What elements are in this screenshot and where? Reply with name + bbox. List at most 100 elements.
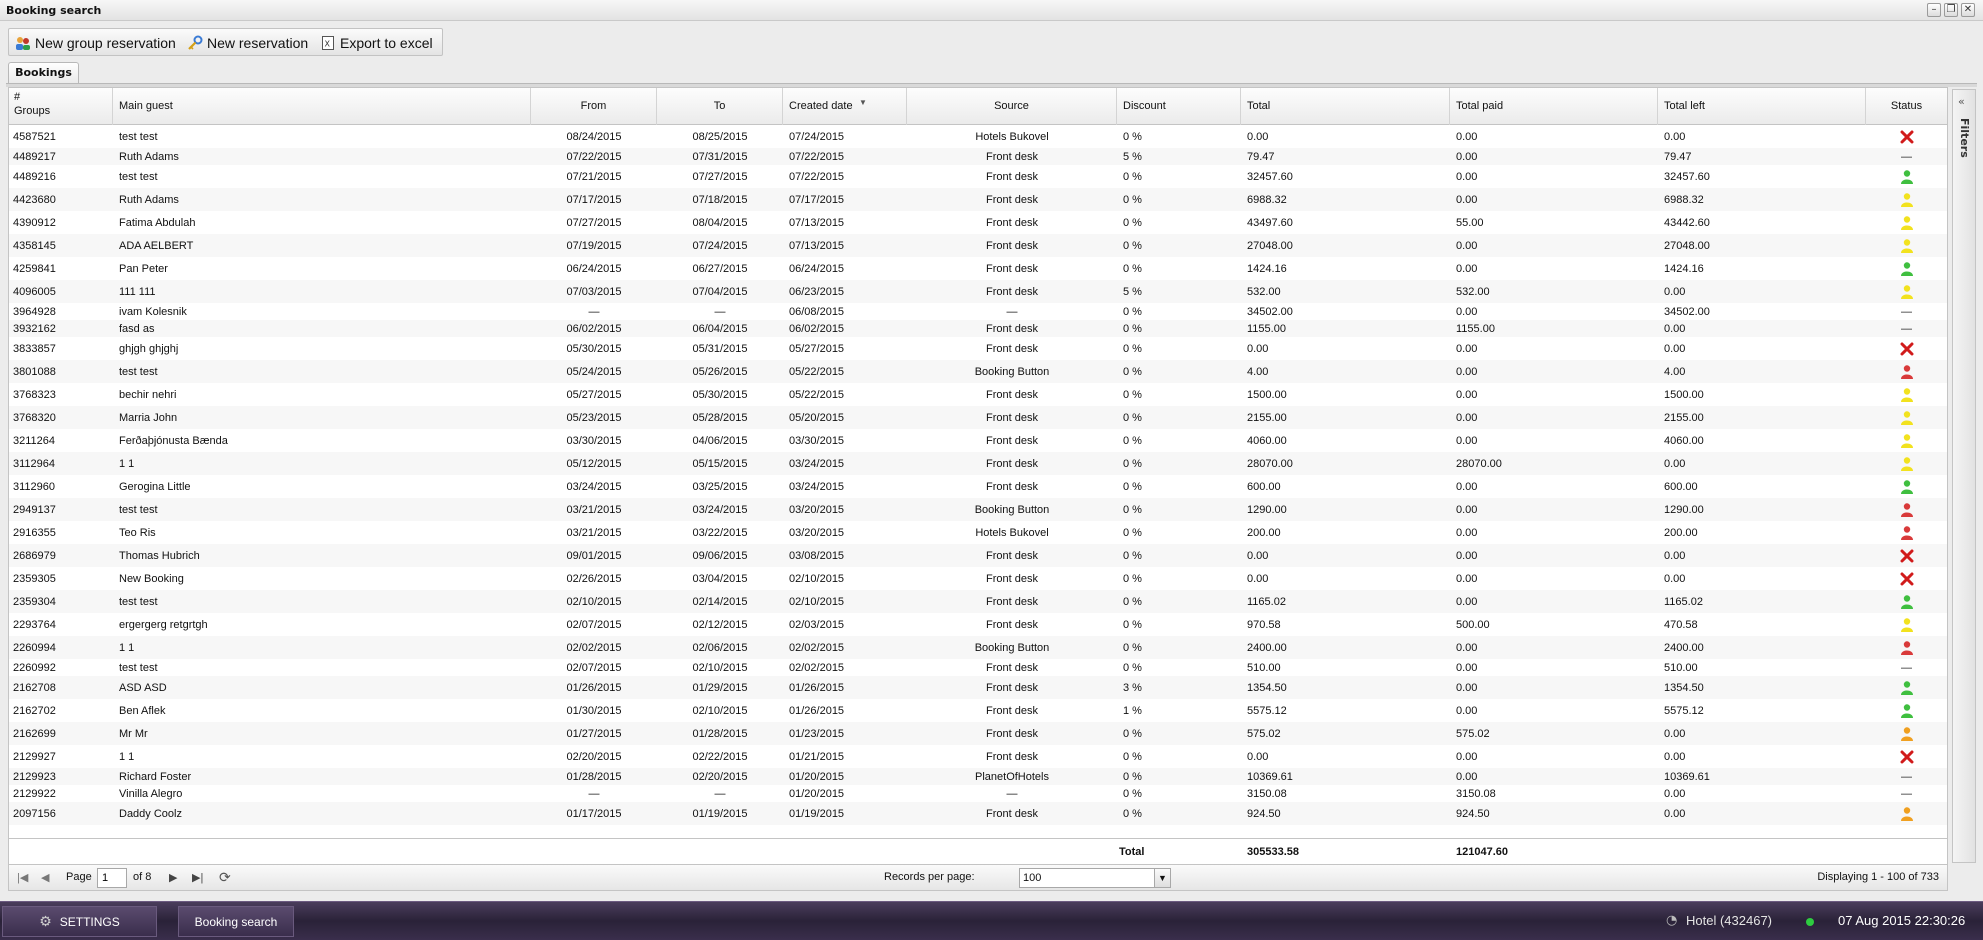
cell-to: 05/31/2015 — [692, 342, 748, 355]
column-header-main-guest[interactable]: Main guest — [113, 88, 531, 125]
column-header-discount[interactable]: Discount — [1117, 88, 1241, 125]
table-row[interactable]: 2916355 Teo Ris 03/21/2015 03/22/2015 03/20/… — [9, 521, 1947, 544]
cell-guest: 1 1 — [119, 750, 135, 763]
booking-search-task[interactable]: Booking search — [178, 906, 294, 937]
first-page-icon[interactable]: |◀ — [17, 871, 28, 884]
cell-left: 0.00 — [1664, 322, 1686, 335]
table-row[interactable]: 2260992 test test 02/07/2015 02/10/2015 02/0… — [9, 659, 1947, 676]
cell-id: 2916355 — [13, 526, 56, 539]
cell-status — [1866, 636, 1947, 659]
table-row[interactable]: 3211264 Ferðaþjónusta Bænda 03/30/2015 04/0… — [9, 429, 1947, 452]
table-row[interactable]: 3801088 test test 05/24/2015 05/26/2015 05/2… — [9, 360, 1947, 383]
table-row[interactable]: 4259841 Pan Peter 06/24/2015 06/27/2015 06/2… — [9, 257, 1947, 280]
cell-created: 07/13/2015 — [789, 216, 845, 229]
table-row[interactable]: 3768323 bechir nehri 05/27/2015 05/30/2015 0… — [9, 383, 1947, 406]
table-row[interactable]: 4358145 ADA AELBERT 07/19/2015 07/24/2015 07… — [9, 234, 1947, 257]
chevron-down-icon[interactable]: ▼ — [1154, 869, 1170, 887]
table-row[interactable]: 4390912 Fatima Abdulah 07/27/2015 08/04/201… — [9, 211, 1947, 234]
table-row[interactable]: 4489216 test test 07/21/2015 07/27/2015 07/2… — [9, 165, 1947, 188]
cell-from: 07/17/2015 — [566, 193, 622, 206]
expand-filters-icon[interactable]: « — [1958, 95, 1965, 108]
column-header-total-left[interactable]: Total left — [1658, 88, 1866, 125]
cell-source: Front desk — [986, 457, 1038, 470]
next-page-icon[interactable]: ▶ — [169, 871, 177, 884]
page-number-input[interactable] — [97, 868, 127, 888]
table-row[interactable]: 3964928 ivam Kolesnik — — 06/08/2015 — 0 % 3450… — [9, 303, 1947, 320]
last-page-icon[interactable]: ▶| — [192, 871, 203, 884]
column-header-id[interactable]: # Groups — [9, 88, 113, 125]
cell-total: 1500.00 — [1247, 388, 1287, 401]
column-header-total-paid[interactable]: Total paid — [1450, 88, 1658, 125]
cell-created: 03/08/2015 — [789, 549, 845, 562]
cell-guest: Vinilla Alegro — [119, 787, 183, 800]
cell-id: 3768320 — [13, 411, 56, 424]
close-button[interactable]: ✕ — [1961, 3, 1975, 17]
table-row[interactable]: 4096005 111 111 07/03/2015 07/04/2015 06/23/… — [9, 280, 1947, 303]
prev-page-icon[interactable]: ◀ — [41, 871, 49, 884]
table-row[interactable]: 2129922 Vinilla Alegro — — 01/20/2015 — 0 % 315… — [9, 785, 1947, 802]
cell-status — [1866, 567, 1947, 590]
table-row[interactable]: 3768320 Marria John 05/23/2015 05/28/2015 05… — [9, 406, 1947, 429]
column-header-to[interactable]: To — [657, 88, 783, 125]
table-row[interactable]: 2260994 1 1 02/02/2015 02/06/2015 02/02/2015… — [9, 636, 1947, 659]
hotel-info[interactable]: Hotel (432467) — [1686, 913, 1772, 928]
cell-to: 02/14/2015 — [692, 595, 748, 608]
filters-panel[interactable]: « Filters — [1952, 89, 1976, 863]
column-header-created-date[interactable]: Created date ▼ — [783, 88, 907, 125]
guest-yellow-icon — [1900, 238, 1913, 253]
table-row[interactable]: 2162708 ASD ASD 01/26/2015 01/29/2015 01/26/… — [9, 676, 1947, 699]
cell-from: 05/23/2015 — [566, 411, 622, 424]
table-row[interactable]: 3112960 Gerogina Little 03/24/2015 03/25/20… — [9, 475, 1947, 498]
table-row[interactable]: 2097156 Daddy Coolz 01/17/2015 01/19/2015 01… — [9, 802, 1947, 825]
table-row[interactable]: 2162702 Ben Aflek 01/30/2015 02/10/2015 01/2… — [9, 699, 1947, 722]
cell-total: 575.02 — [1247, 727, 1281, 740]
cancelled-icon — [1900, 572, 1913, 585]
column-header-source[interactable]: Source — [907, 88, 1117, 125]
guest-red-icon — [1900, 525, 1913, 540]
column-header-from[interactable]: From — [531, 88, 657, 125]
new-group-reservation-button[interactable]: New group reservation — [15, 32, 176, 53]
table-row[interactable]: 2129923 Richard Foster 01/28/2015 02/20/201… — [9, 768, 1947, 785]
table-row[interactable]: 4489217 Ruth Adams 07/22/2015 07/31/2015 07/… — [9, 148, 1947, 165]
cell-from: 03/24/2015 — [566, 480, 622, 493]
cell-status: — — [1866, 320, 1947, 337]
export-to-excel-button[interactable]: X Export to excel — [320, 32, 433, 53]
cell-source: Booking Button — [974, 365, 1050, 378]
new-reservation-button[interactable]: New reservation — [187, 32, 308, 53]
cell-left: 10369.61 — [1664, 770, 1710, 783]
table-row[interactable]: 2949137 test test 03/21/2015 03/24/2015 03/2… — [9, 498, 1947, 521]
column-header-total[interactable]: Total — [1241, 88, 1450, 125]
cell-from: 05/24/2015 — [566, 365, 622, 378]
refresh-icon[interactable]: ⟳ — [219, 869, 231, 886]
minimize-button[interactable]: – — [1927, 3, 1941, 17]
table-row[interactable]: 2359304 test test 02/10/2015 02/14/2015 02/1… — [9, 590, 1947, 613]
cell-discount: 0 % — [1123, 411, 1142, 424]
tab-bookings[interactable]: Bookings — [8, 62, 79, 84]
cell-created: 01/26/2015 — [789, 681, 845, 694]
table-row[interactable]: 3932162 fasd as 06/02/2015 06/04/2015 06/02/… — [9, 320, 1947, 337]
cell-paid: 0.00 — [1456, 572, 1478, 585]
table-row[interactable]: 2359305 New Booking 02/26/2015 03/04/2015 02… — [9, 567, 1947, 590]
table-row[interactable]: 3833857 ghjgh ghjghj 05/30/2015 05/31/2015 0… — [9, 337, 1947, 360]
table-row[interactable]: 4587521 test test 08/24/2015 08/25/2015 07/2… — [9, 125, 1947, 148]
guest-yellow-icon — [1900, 433, 1913, 448]
column-header-status[interactable]: Status — [1866, 88, 1947, 125]
cell-created: 06/02/2015 — [789, 322, 845, 335]
cell-from: 02/02/2015 — [566, 641, 622, 654]
cell-discount: 0 % — [1123, 661, 1142, 674]
cell-source: Front desk — [986, 193, 1038, 206]
table-row[interactable]: 2686979 Thomas Hubrich 09/01/2015 09/06/201… — [9, 544, 1947, 567]
records-per-page-select[interactable]: 100 ▼ — [1019, 868, 1171, 888]
restore-button[interactable]: ❐ — [1944, 3, 1958, 17]
table-row[interactable]: 2129927 1 1 02/20/2015 02/22/2015 01/21/2015… — [9, 745, 1947, 768]
settings-button[interactable]: ⚙ SETTINGS — [2, 906, 157, 937]
table-row[interactable]: 3112964 1 1 05/12/2015 05/15/2015 03/24/2015… — [9, 452, 1947, 475]
table-row[interactable]: 2293764 ergergerg retgrtgh 02/07/2015 02/12… — [9, 613, 1947, 636]
table-row[interactable]: 4423680 Ruth Adams 07/17/2015 07/18/2015 07/… — [9, 188, 1947, 211]
table-row[interactable]: 2162699 Mr Mr 01/27/2015 01/28/2015 01/23/20… — [9, 722, 1947, 745]
cell-paid: 0.00 — [1456, 239, 1478, 252]
bookings-grid: # Groups Main guest From To Created date… — [8, 87, 1948, 865]
cell-created: 05/27/2015 — [789, 342, 845, 355]
cell-to: 01/28/2015 — [692, 727, 748, 740]
cell-id: 3932162 — [13, 322, 56, 335]
